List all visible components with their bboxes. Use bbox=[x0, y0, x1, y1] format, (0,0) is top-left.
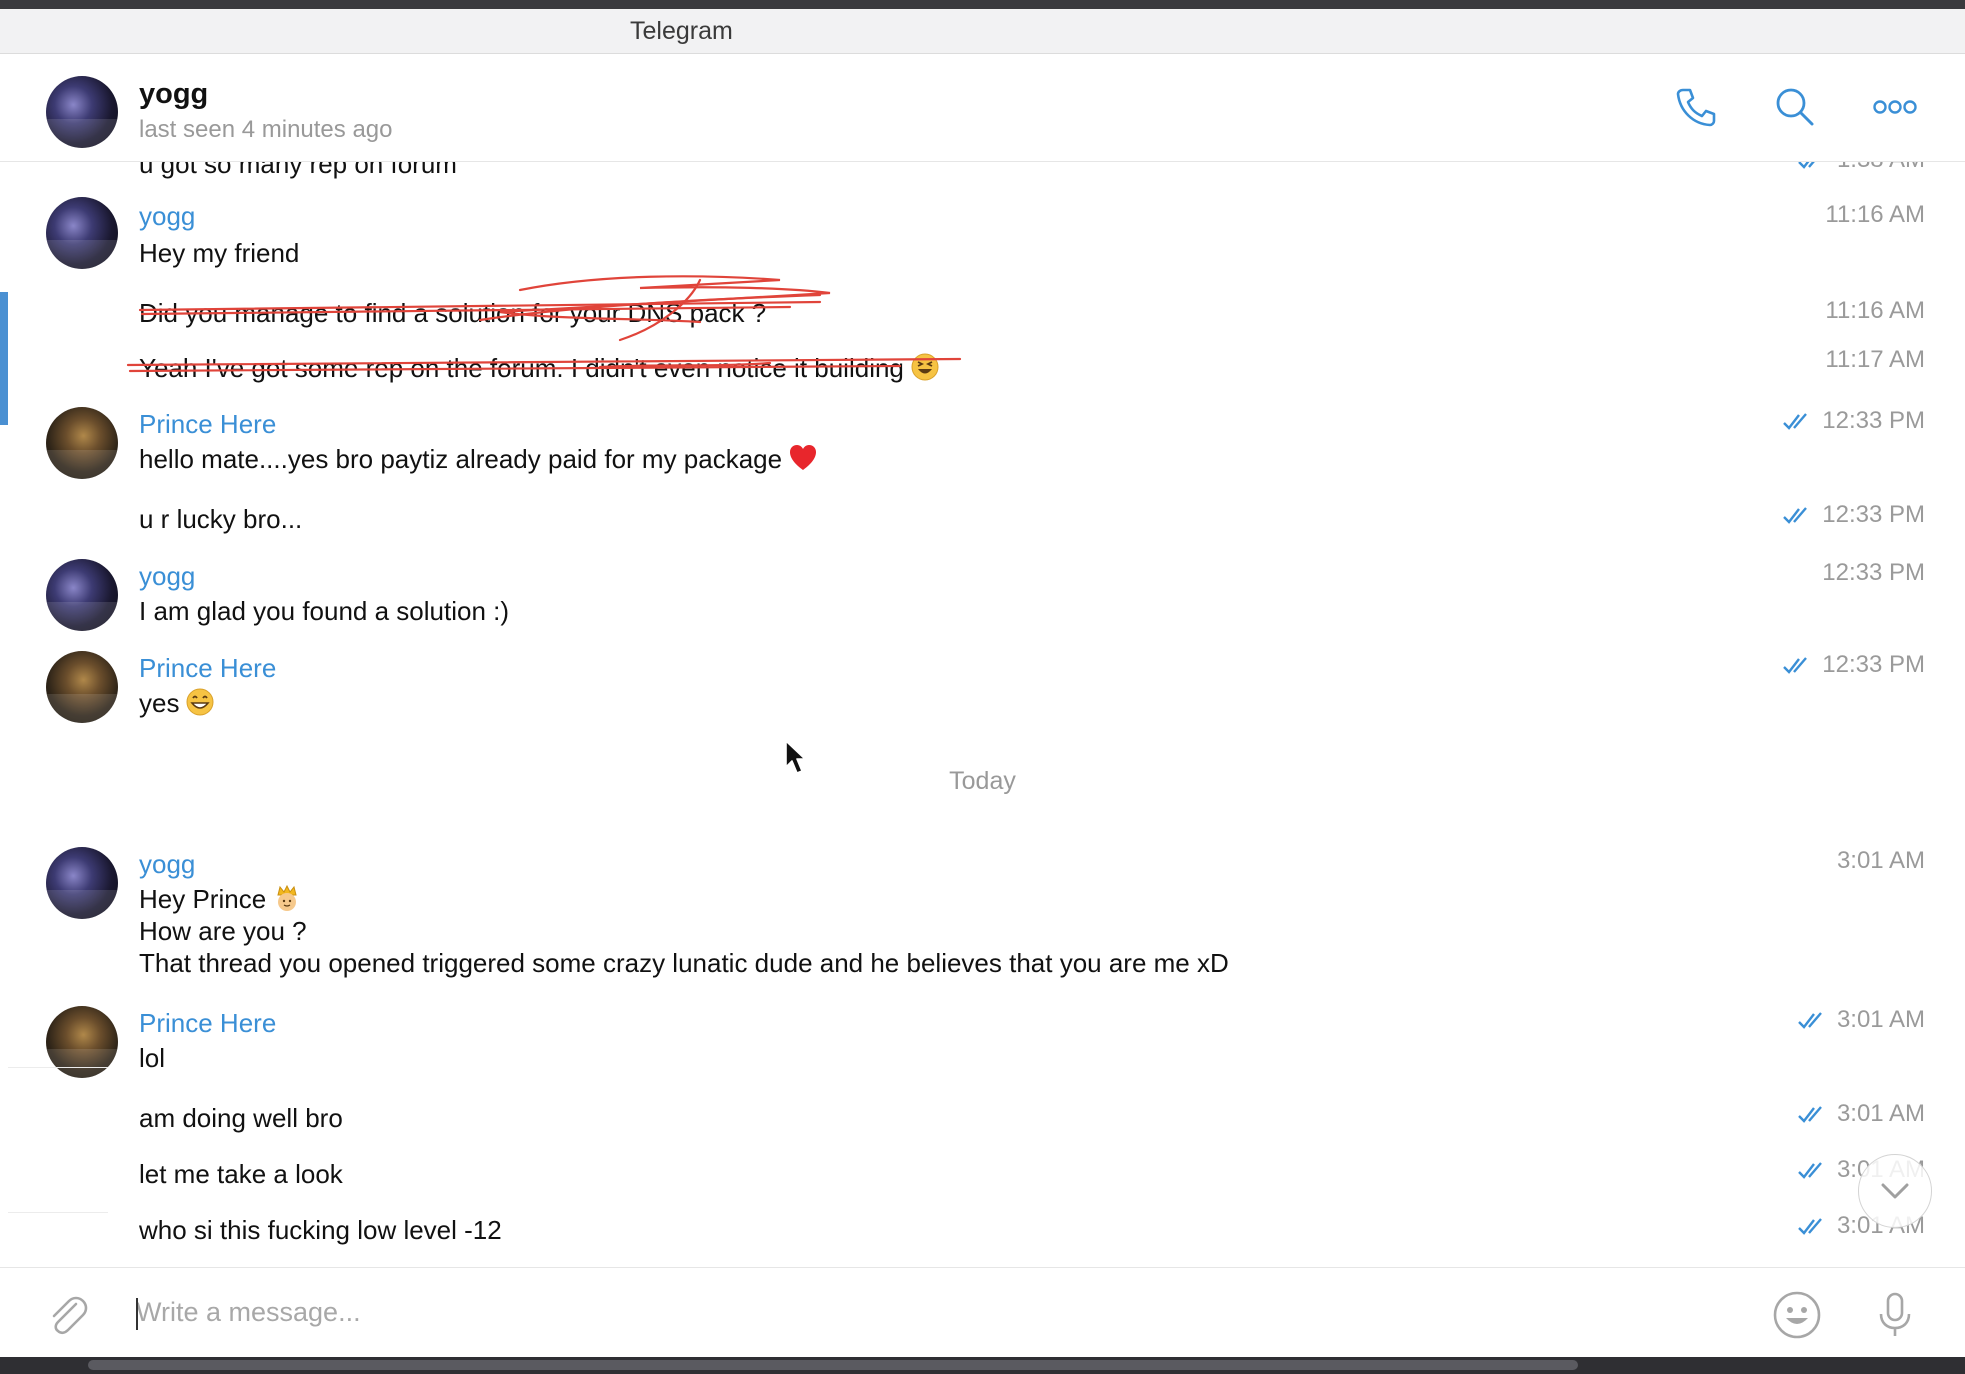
message-time: 1:38 AM bbox=[1797, 162, 1925, 174]
telegram-window: Telegram yogg last seen 4 minutes ago u … bbox=[0, 9, 1965, 1357]
message-time: 3:01 AM bbox=[1836, 847, 1925, 874]
message-time: 12:33 PM bbox=[1782, 651, 1925, 679]
sender-name[interactable]: yogg bbox=[139, 849, 195, 880]
read-checks-icon bbox=[1797, 162, 1829, 171]
sender-avatar[interactable] bbox=[46, 197, 118, 269]
message-text: u r lucky bro... bbox=[139, 504, 303, 534]
message-text: u got so many rep on forum bbox=[139, 162, 457, 179]
message-input[interactable] bbox=[136, 1284, 1696, 1340]
more-icon[interactable] bbox=[1872, 84, 1918, 130]
menu-bar-strip bbox=[0, 0, 1965, 9]
phone-icon[interactable] bbox=[1672, 84, 1718, 130]
horizontal-scrollbar[interactable] bbox=[0, 1357, 1965, 1374]
message[interactable]: Prince Here lol 3:01 AM bbox=[0, 1006, 1965, 1086]
sender-name[interactable]: Prince Here bbox=[139, 409, 276, 440]
message-text: lol bbox=[139, 1043, 166, 1073]
prince-emoji-icon bbox=[272, 883, 302, 913]
message-composer bbox=[0, 1267, 1965, 1357]
message-list[interactable]: u got so many rep on forum 1:38 AM yogg … bbox=[0, 162, 1965, 1267]
message[interactable]: u r lucky bro... 12:33 PM bbox=[0, 499, 1965, 543]
scrollbar-thumb[interactable] bbox=[88, 1360, 1578, 1370]
message-scribbled[interactable]: Did you manage to find a solution for yo… bbox=[0, 287, 1965, 331]
red-heart-emoji-icon bbox=[788, 443, 818, 473]
sender-name[interactable]: yogg bbox=[139, 561, 195, 592]
message[interactable]: Prince Here hello mate....yes bro paytiz… bbox=[0, 407, 1965, 487]
message[interactable]: yogg Hey Prince How are you ? That threa… bbox=[0, 847, 1965, 987]
window-title: Telegram bbox=[630, 17, 733, 45]
peer-status: last seen 4 minutes ago bbox=[139, 116, 393, 143]
laughing-emoji-icon bbox=[910, 352, 940, 382]
message-text: Yeah I've got some rep on the forum. I d… bbox=[139, 352, 940, 384]
message-text-line: How are you ? bbox=[139, 916, 307, 946]
read-checks-icon bbox=[1797, 1161, 1829, 1181]
message[interactable]: u got so many rep on forum 1:38 AM bbox=[0, 162, 1965, 179]
message-time: 12:33 PM bbox=[1782, 407, 1925, 435]
message-text: hello mate....yes bro paytiz already pai… bbox=[139, 443, 818, 475]
message-time: 11:16 AM bbox=[1825, 201, 1925, 228]
sender-avatar[interactable] bbox=[46, 651, 118, 723]
sender-name[interactable]: yogg bbox=[139, 201, 195, 232]
read-checks-icon bbox=[1782, 412, 1814, 432]
sender-name[interactable]: Prince Here bbox=[139, 653, 276, 684]
read-checks-icon bbox=[1782, 506, 1814, 526]
read-checks-icon bbox=[1797, 1217, 1829, 1237]
sender-avatar[interactable] bbox=[46, 407, 118, 479]
mouse-cursor-icon bbox=[785, 740, 806, 774]
chat-header: yogg last seen 4 minutes ago bbox=[0, 54, 1965, 162]
message-text-line: Hey Prince bbox=[139, 883, 302, 915]
message[interactable]: am doing well bro 3:01 AM bbox=[0, 1098, 1965, 1142]
read-checks-icon bbox=[1797, 1011, 1829, 1031]
message[interactable]: Prince Here yes 12:33 PM bbox=[0, 651, 1965, 731]
message-time: 11:17 AM bbox=[1825, 346, 1925, 373]
sender-avatar[interactable] bbox=[46, 559, 118, 631]
grinning-emoji-icon bbox=[185, 687, 215, 717]
message-scribbled[interactable]: Yeah I've got some rep on the forum. I d… bbox=[0, 342, 1965, 386]
message-text: am doing well bro bbox=[139, 1103, 343, 1133]
message-text: Hey my friend bbox=[139, 238, 300, 268]
message-text: Did you manage to find a solution for yo… bbox=[139, 298, 767, 328]
message-time: 12:33 PM bbox=[1822, 559, 1925, 586]
message-time: 3:01 AM bbox=[1797, 1006, 1925, 1034]
emoji-icon[interactable] bbox=[1772, 1290, 1822, 1340]
message[interactable]: yogg I am glad you found a solution :) 1… bbox=[0, 559, 1965, 639]
scroll-to-bottom-button[interactable] bbox=[1858, 1154, 1932, 1228]
text-caret bbox=[136, 1298, 138, 1330]
microphone-icon[interactable] bbox=[1870, 1290, 1920, 1340]
title-bar: Telegram bbox=[0, 9, 1965, 54]
message-time: 11:16 AM bbox=[1825, 297, 1925, 324]
read-checks-icon bbox=[1797, 1105, 1829, 1125]
message-time: 12:33 PM bbox=[1782, 501, 1925, 529]
message[interactable]: yogg Hey my friend 11:16 AM bbox=[0, 197, 1965, 277]
sender-avatar[interactable] bbox=[46, 847, 118, 919]
message-text: who si this fucking low level -12 bbox=[139, 1215, 502, 1245]
date-divider: Today bbox=[949, 767, 1016, 795]
peer-name[interactable]: yogg bbox=[139, 78, 208, 111]
peer-avatar[interactable] bbox=[46, 76, 118, 148]
message-text: I am glad you found a solution :) bbox=[139, 596, 510, 626]
message[interactable]: let me take a look 3:01 AM bbox=[0, 1154, 1965, 1198]
search-icon[interactable] bbox=[1772, 84, 1818, 130]
sender-name[interactable]: Prince Here bbox=[139, 1008, 276, 1039]
message-text: yes bbox=[139, 687, 215, 719]
divider-line bbox=[8, 1212, 108, 1213]
divider-line bbox=[8, 1067, 108, 1068]
message[interactable]: who si this fucking low level -12 3:01 A… bbox=[0, 1210, 1965, 1254]
message-text: let me take a look bbox=[139, 1159, 343, 1189]
message-text-line: That thread you opened triggered some cr… bbox=[139, 948, 1229, 978]
read-checks-icon bbox=[1782, 656, 1814, 676]
message-time: 3:01 AM bbox=[1797, 1100, 1925, 1128]
attach-icon[interactable] bbox=[42, 1290, 92, 1340]
